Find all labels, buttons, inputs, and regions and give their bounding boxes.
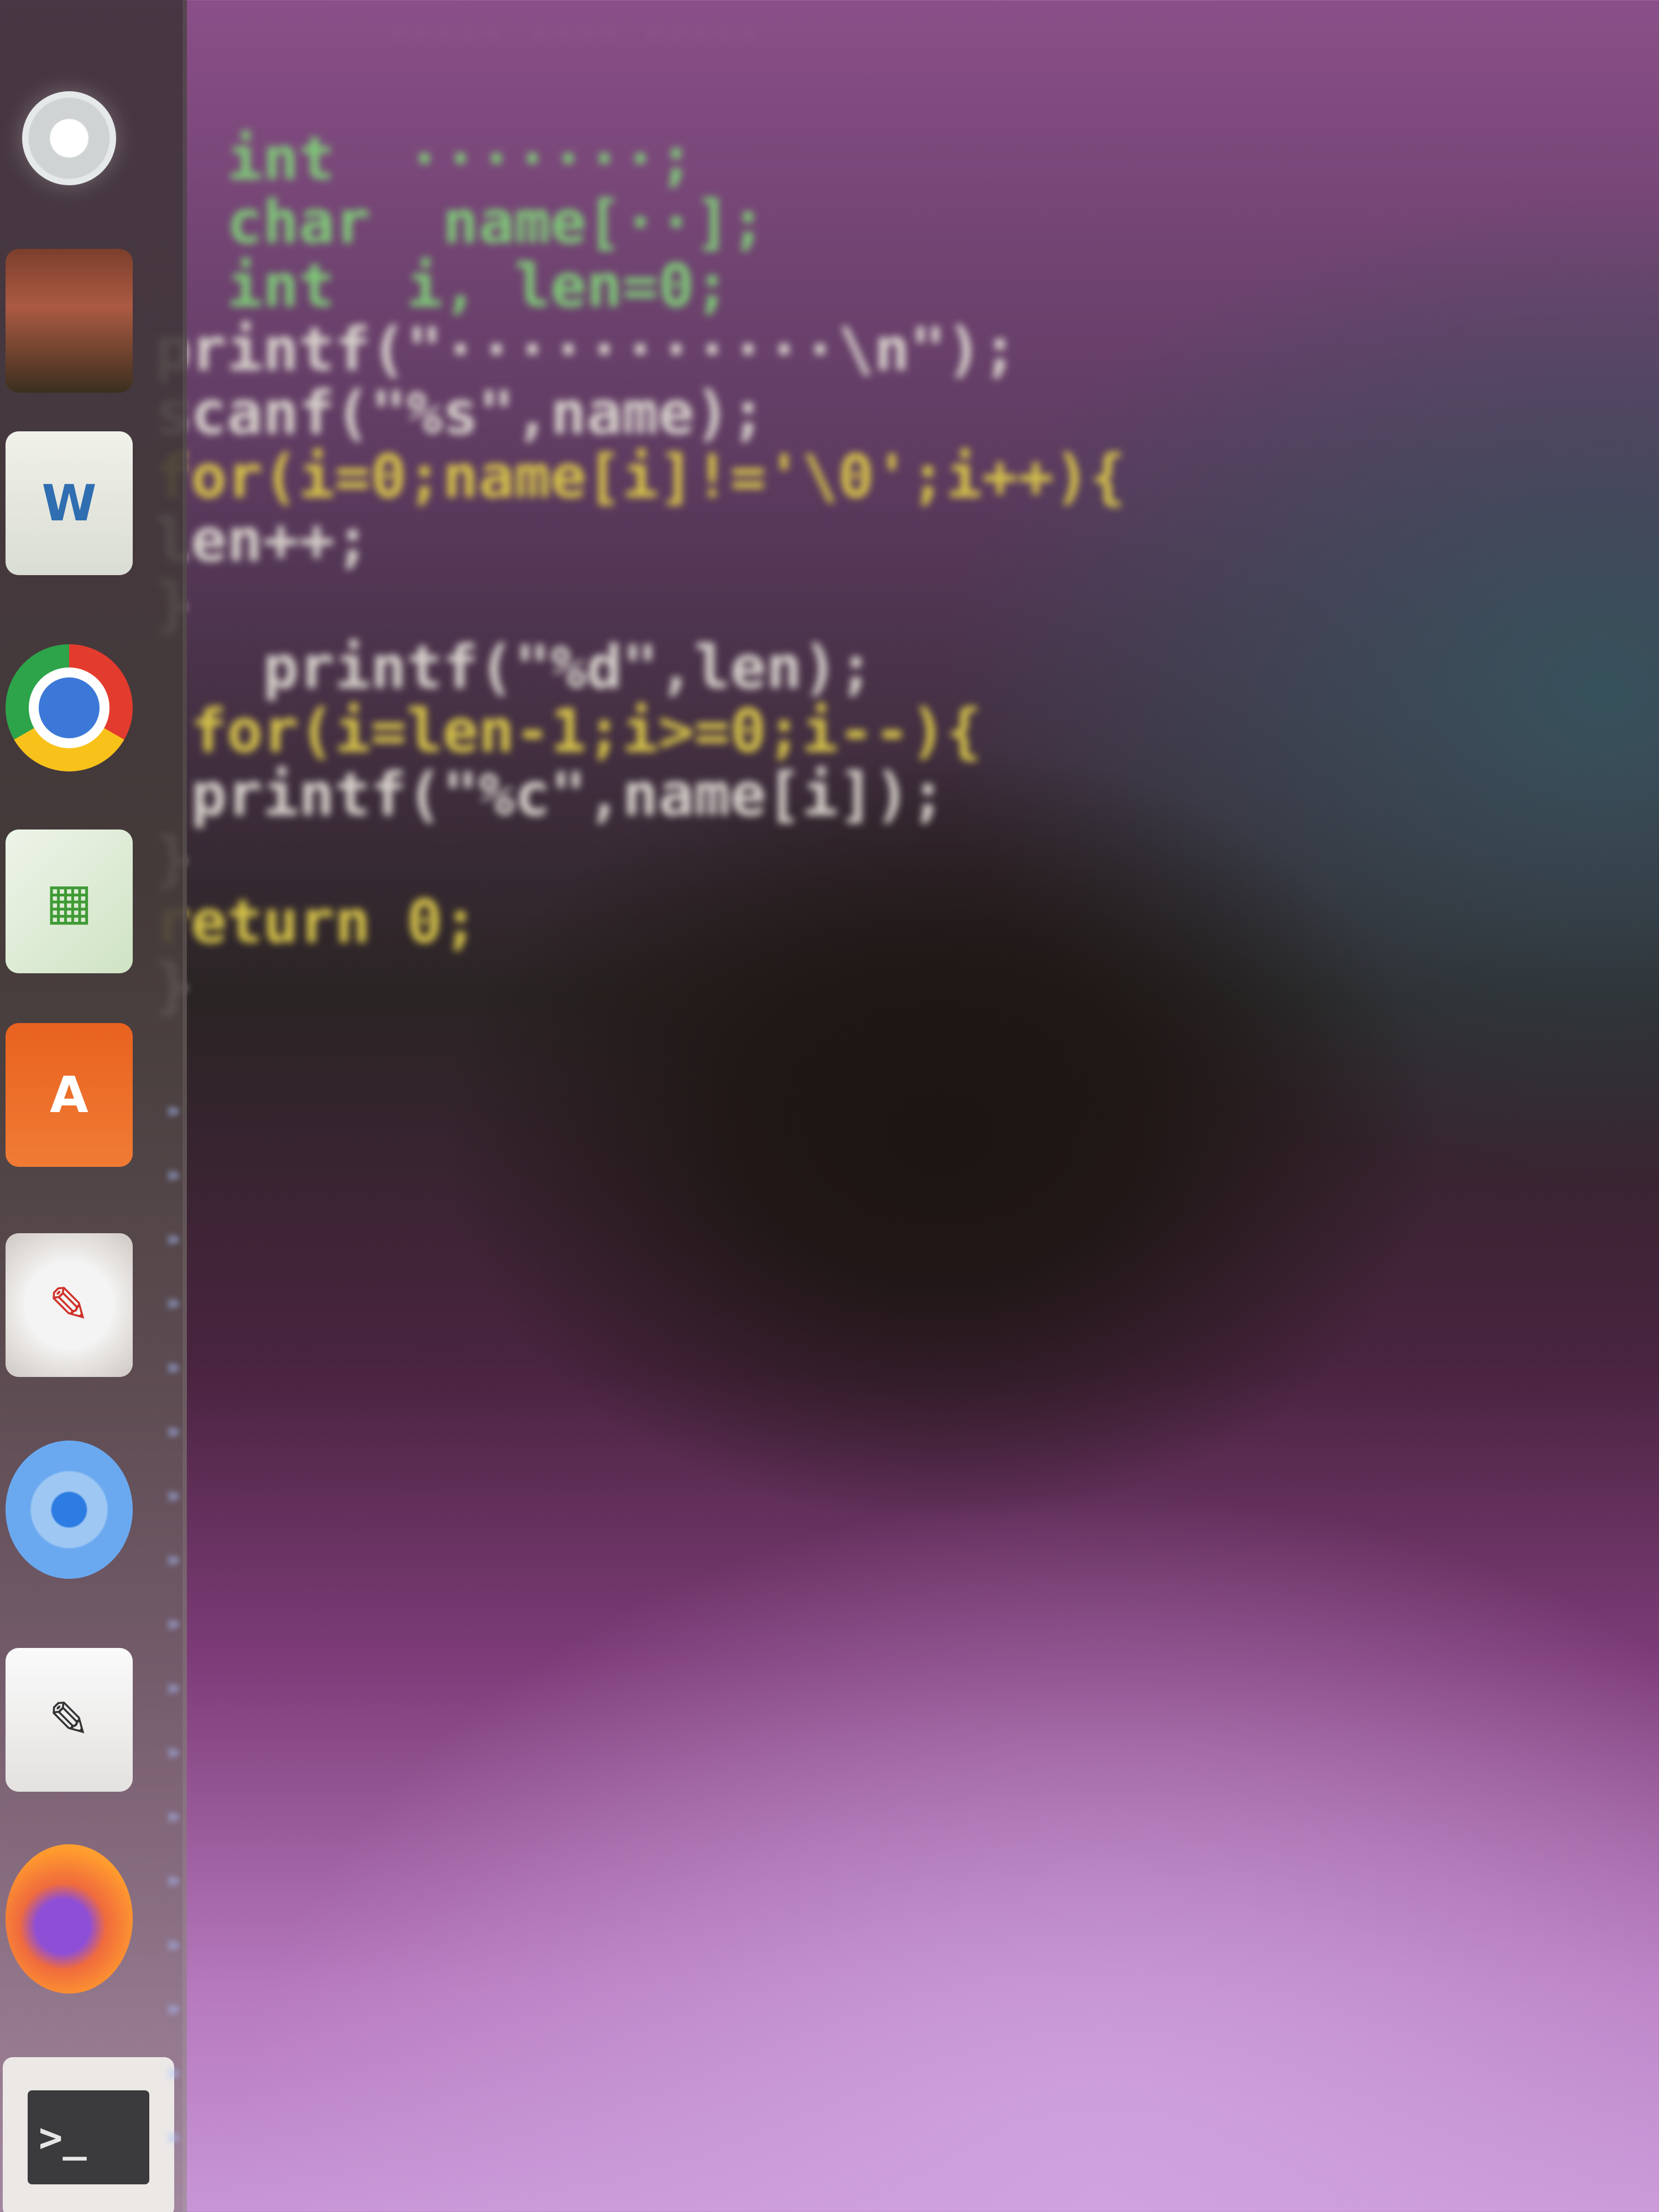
settings-glyph: ✎ bbox=[48, 1276, 90, 1334]
gutter-marker: » bbox=[166, 1546, 180, 1573]
gutter-marker: » bbox=[166, 1866, 180, 1893]
gutter-marker: » bbox=[166, 1417, 180, 1444]
code-line: for(i=len-1;i>=0;i--){ bbox=[155, 700, 1261, 763]
code-token: for(i=0;name[i]!='\0';i++){ bbox=[155, 442, 1126, 512]
code-line: for(i=0;name[i]!='\0';i++){ bbox=[155, 445, 1261, 509]
code-token: printf("···········\n"); bbox=[155, 315, 1018, 384]
gutter-marker: » bbox=[166, 1225, 180, 1252]
gutter-marker: » bbox=[166, 1674, 180, 1701]
code-token: printf("%c",name[i]); bbox=[155, 760, 946, 830]
text-editor-icon[interactable]: ✎ bbox=[6, 1648, 133, 1792]
gutter-marker: » bbox=[166, 2059, 180, 2086]
terminal-icon[interactable]: >_ bbox=[3, 2057, 174, 2212]
text-editor-glyph: ✎ bbox=[48, 1691, 90, 1749]
gutter-marker: » bbox=[166, 1097, 180, 1124]
gutter-marker: » bbox=[166, 1610, 180, 1637]
code-token: scanf("%s",name); bbox=[155, 379, 766, 448]
code-line: } bbox=[155, 954, 1261, 1018]
code-line: int ·······; bbox=[155, 127, 1261, 191]
chrome-icon[interactable] bbox=[6, 625, 133, 791]
gutter-marker: » bbox=[166, 1161, 180, 1188]
code-line: int i, len=0; bbox=[155, 254, 1261, 318]
firefox-icon[interactable] bbox=[6, 1844, 133, 1994]
code-token: char name[··]; bbox=[155, 188, 766, 257]
code-token: len++; bbox=[155, 506, 371, 575]
software-glyph: A bbox=[50, 1066, 88, 1124]
code-editor[interactable]: int ·······; char name[··]; int i, len=0… bbox=[155, 127, 1261, 1040]
document-icon[interactable]: W bbox=[6, 431, 133, 575]
chromium-icon[interactable] bbox=[6, 1438, 133, 1582]
window-title: ····· ···· ····· bbox=[387, 11, 760, 56]
code-line: return 0; bbox=[155, 890, 1261, 954]
code-line: printf("%d",len); bbox=[155, 636, 1261, 700]
spreadsheet-glyph: ▦ bbox=[45, 872, 93, 931]
gutter-marker: » bbox=[166, 1353, 180, 1380]
document-glyph: W bbox=[41, 474, 97, 533]
code-line: } bbox=[155, 827, 1261, 890]
gutter-marker: » bbox=[166, 2123, 180, 2150]
code-line: len++; bbox=[155, 509, 1261, 572]
code-line: printf("···········\n"); bbox=[155, 318, 1261, 382]
launcher: W ▦ A ✎ ✎ >_ bbox=[0, 0, 187, 2212]
gutter-marker: » bbox=[166, 1802, 180, 1829]
code-line: char name[··]; bbox=[155, 191, 1261, 254]
code-line: printf("%c",name[i]); bbox=[155, 763, 1261, 827]
terminal-glyph: >_ bbox=[28, 2090, 149, 2184]
software-center-icon[interactable]: A bbox=[6, 1023, 133, 1167]
gutter-marker: » bbox=[166, 1289, 180, 1316]
gutter-marker: » bbox=[166, 1931, 180, 1958]
code-line: } bbox=[155, 572, 1261, 636]
code-token: int i, len=0; bbox=[155, 252, 731, 321]
files-icon[interactable] bbox=[6, 249, 133, 393]
code-token: int ·······; bbox=[155, 124, 695, 194]
gutter-marker: » bbox=[166, 1738, 180, 1765]
code-line: scanf("%s",name); bbox=[155, 382, 1261, 445]
ubuntu-dash-icon[interactable] bbox=[6, 66, 133, 210]
code-token: printf("%d",len); bbox=[155, 633, 874, 702]
spreadsheet-icon[interactable]: ▦ bbox=[6, 830, 133, 973]
code-token: for(i=len-1;i>=0;i--){ bbox=[155, 697, 982, 766]
code-token: return 0; bbox=[155, 888, 479, 957]
gutter-marker: » bbox=[166, 1995, 180, 2022]
settings-icon[interactable]: ✎ bbox=[6, 1233, 133, 1377]
editor-gutter-markers: » » » » » » » » » » » » » » » » » bbox=[166, 1078, 210, 2184]
gutter-marker: » bbox=[166, 1481, 180, 1509]
